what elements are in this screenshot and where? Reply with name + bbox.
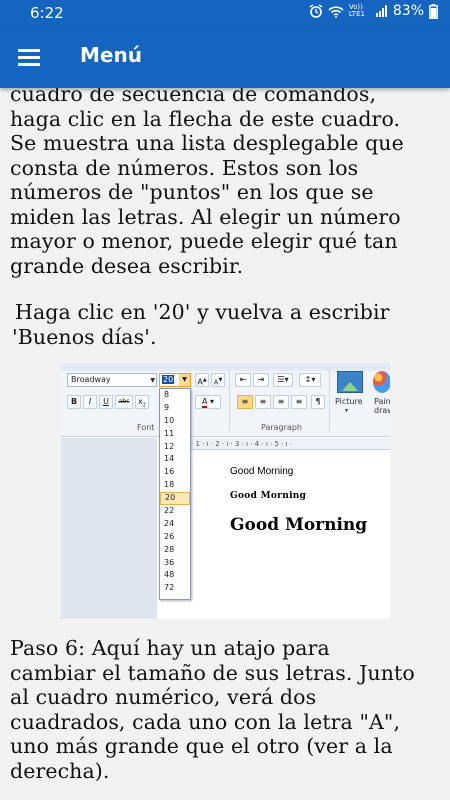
article-content[interactable]: cuadro de secuencia de comandos, haga cl… (0, 88, 450, 800)
font-size-option: 20 (160, 492, 190, 506)
font-size-dropdown: 8 9 10 11 12 14 16 18 20 22 24 26 28 36 48 72 (159, 388, 191, 600)
chevron-down-icon: ▼ (150, 377, 155, 384)
text-line: cuadro de secuencia de comandos, (10, 88, 377, 106)
grow-font-icon: A▲ (195, 373, 209, 387)
paragraph-dialog-icon: ¶ (311, 395, 325, 409)
align-right-icon: ≡ (273, 395, 289, 409)
paint-label: Paint drawi (374, 397, 390, 415)
text-line: Haga clic en '20' y vuelva a escribir (15, 300, 390, 324)
font-size-box: 20 ▼ (159, 373, 191, 387)
ruler: · 1 · ı · 2 · ı · 3 · ı · 4 · ı · 5 · ı … (191, 438, 390, 450)
align-left-icon: ≡ (237, 395, 253, 409)
network-label: Vo)) LTE1 (348, 3, 365, 18)
bold-icon: B (67, 395, 81, 409)
font-size-option: 26 (164, 531, 175, 541)
align-center-icon: ≡ (255, 395, 271, 409)
chevron-down-icon: ▼ (179, 374, 190, 386)
battery-icon (429, 3, 438, 19)
text-line: consta de números. Estos son los (10, 155, 359, 180)
increase-indent-icon: ⇥ (253, 373, 269, 387)
text-line: Se muestra una lista desplegable que (10, 131, 404, 155)
doc-line-2: Good Morning (230, 491, 307, 501)
text-line: haga clic en la flecha de este cuadro. (10, 106, 401, 131)
font-size-option: 22 (164, 506, 175, 516)
font-name-box: Broadway ▼ (67, 373, 157, 387)
font-size-option: 10 (164, 415, 175, 425)
text-line: uno más grande que el otro (ver a la (10, 734, 393, 758)
text-line: al cuadro numérico, verá dos (10, 685, 317, 709)
font-size-option: 12 (164, 441, 175, 451)
signal-icon (375, 5, 387, 17)
line-spacing-icon: ↕▾ (299, 373, 321, 387)
subscript-icon: x2 (135, 395, 149, 409)
font-size-option: 48 (164, 570, 175, 580)
bullets-icon: ☰▾ (273, 373, 293, 387)
font-color-icon: A ▾ (195, 395, 221, 409)
status-time: 6:22 (30, 4, 64, 22)
font-size-option: 18 (164, 480, 175, 490)
font-size-option: 72 (164, 583, 175, 593)
paint-icon (373, 371, 390, 393)
status-bar: 6:22 Vo)) LTE1 83% (0, 0, 450, 26)
text-line: 'Buenos días'. (12, 324, 157, 349)
strikethrough-icon: abc (115, 395, 133, 409)
app-bar-title: Menú (80, 43, 142, 67)
battery-percent: 83% (392, 3, 424, 19)
paragraph-2: Haga clic en '20' y vuelva a escribir 'B… (12, 300, 444, 349)
paragraph-group-label: Paragraph (261, 423, 302, 432)
doc-line-1: Good Morning (230, 466, 294, 477)
text-line: Paso 6: Aquí hay un atajo para (10, 636, 330, 660)
doc-line-3: Good Morning (230, 515, 368, 535)
text-line: miden las letras. Al elegir un número (10, 204, 401, 229)
alarm-icon (309, 4, 323, 18)
font-size-option: 28 (164, 544, 175, 554)
document-margin (61, 438, 157, 619)
font-size-option: 24 (164, 518, 175, 528)
shrink-font-icon: A▼ (211, 373, 225, 387)
text-line: mayor o menor, puede elegir qué tan (10, 229, 398, 253)
paragraph-1: cuadro de secuencia de comandos, haga cl… (10, 88, 442, 278)
text-line: cuadrados, cada uno con la letra "A", (10, 709, 401, 734)
decrease-indent-icon: ⇤ (235, 373, 251, 387)
picture-label: Picture (335, 397, 363, 406)
tutorial-screenshot: Broadway ▼ 20 ▼ A▲ A▼ B I U abc x2 A ▾ F… (61, 363, 390, 619)
hamburger-menu-icon[interactable] (14, 42, 46, 72)
justify-icon: ≡ (291, 395, 307, 409)
font-size-option: 36 (164, 557, 175, 567)
font-size-option: 8 (164, 390, 170, 399)
text-line: números de "puntos" en los que se (10, 180, 374, 204)
wifi-icon (328, 5, 344, 18)
font-size-option: 9 (164, 402, 170, 412)
font-size-option: 14 (164, 454, 175, 464)
font-size-value: 20 (162, 375, 175, 384)
text-line: cambiar el tamaño de sus letras. Junto (10, 660, 415, 685)
italic-icon: I (83, 395, 97, 409)
font-size-option: 11 (164, 428, 175, 438)
picture-icon (337, 371, 363, 393)
ribbon: Broadway ▼ 20 ▼ A▲ A▼ B I U abc x2 A ▾ F… (61, 363, 390, 437)
font-size-option: 16 (164, 467, 175, 477)
text-line: grande desea escribir. (10, 253, 244, 278)
status-icons: Vo)) LTE1 83% (309, 3, 438, 19)
underline-icon: U (99, 395, 113, 409)
text-line: derecha). (10, 758, 110, 783)
font-group-label: Font (137, 423, 155, 432)
paragraph-3: Paso 6: Aquí hay un atajo para cambiar e… (10, 636, 442, 783)
app-bar: Menú (0, 26, 450, 88)
font-name: Broadway (71, 375, 111, 384)
